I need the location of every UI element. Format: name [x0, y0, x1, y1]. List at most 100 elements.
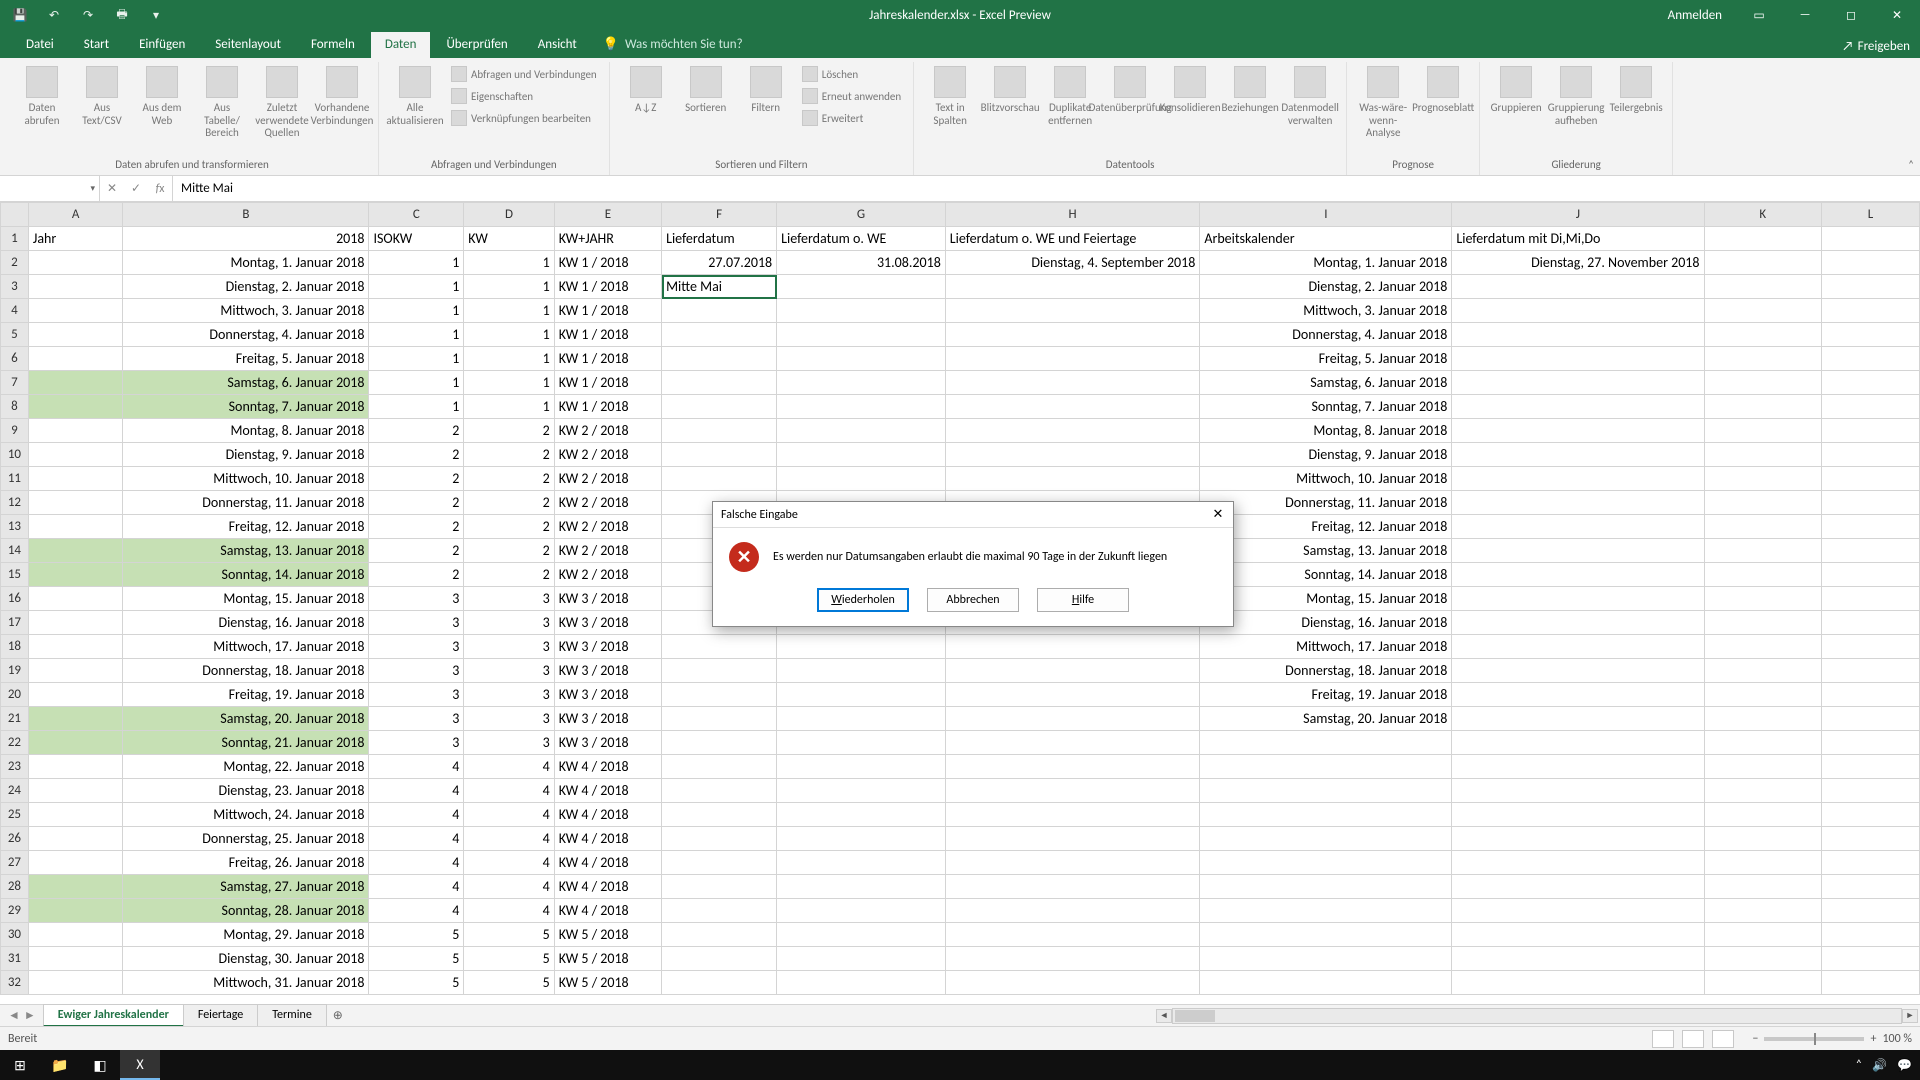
cell[interactable]: Mittwoch, 24. Januar 2018 [123, 803, 369, 827]
ribbon-btn[interactable]: Erneut anwenden [798, 86, 905, 106]
cell[interactable] [1821, 395, 1919, 419]
cell[interactable] [1704, 587, 1821, 611]
cell[interactable]: 2 [369, 419, 464, 443]
cell[interactable] [662, 779, 777, 803]
cell[interactable] [28, 539, 122, 563]
cell[interactable]: 3 [464, 611, 554, 635]
row-header[interactable]: 14 [1, 539, 29, 563]
redo-icon[interactable]: ↷ [76, 3, 100, 27]
row-header[interactable]: 29 [1, 899, 29, 923]
cell[interactable]: Montag, 1. Januar 2018 [1200, 251, 1452, 275]
cell[interactable]: KW 1 / 2018 [554, 275, 661, 299]
cell[interactable] [28, 419, 122, 443]
tray-chevron-icon[interactable]: ˄ [1856, 1058, 1862, 1072]
cell[interactable] [1452, 827, 1704, 851]
cell[interactable] [777, 923, 946, 947]
cell[interactable]: Mittwoch, 3. Januar 2018 [123, 299, 369, 323]
cell[interactable]: Dienstag, 2. Januar 2018 [1200, 275, 1452, 299]
cell[interactable] [1704, 875, 1821, 899]
sheet-tab[interactable]: Feiertage [183, 1004, 258, 1027]
cell[interactable]: Dienstag, 27. November 2018 [1452, 251, 1704, 275]
cell[interactable] [662, 683, 777, 707]
cell[interactable]: 2 [464, 515, 554, 539]
cell[interactable] [945, 275, 1200, 299]
ribbon-btn[interactable]: Verknüpfungen bearbeiten [447, 108, 601, 128]
cell[interactable]: KW 5 / 2018 [554, 971, 661, 995]
zoom-level[interactable]: 100 % [1882, 1032, 1912, 1046]
cell[interactable] [28, 707, 122, 731]
cell[interactable]: Samstag, 20. Januar 2018 [1200, 707, 1452, 731]
cell[interactable]: Montag, 8. Januar 2018 [123, 419, 369, 443]
cell[interactable] [662, 851, 777, 875]
cell[interactable] [28, 899, 122, 923]
cell[interactable]: Mittwoch, 17. Januar 2018 [123, 635, 369, 659]
row-header[interactable]: 3 [1, 275, 29, 299]
cell[interactable]: 4 [369, 779, 464, 803]
cell[interactable]: Mittwoch, 3. Januar 2018 [1200, 299, 1452, 323]
cell[interactable] [662, 659, 777, 683]
zoom-out-icon[interactable]: − [1752, 1032, 1758, 1046]
cell[interactable] [1452, 371, 1704, 395]
cell[interactable] [1821, 875, 1919, 899]
cell[interactable]: 4 [369, 755, 464, 779]
scroll-left-icon[interactable]: ◄ [1156, 1009, 1172, 1023]
cell[interactable] [1452, 467, 1704, 491]
ribbon-btn[interactable]: Datenüberprüfung [1102, 64, 1158, 117]
col-header-E[interactable]: E [554, 203, 661, 227]
cell[interactable] [1452, 491, 1704, 515]
dialog-title[interactable]: Falsche Eingabe ✕ [713, 502, 1233, 528]
ribbon-btn[interactable]: Aus dem Web [134, 64, 190, 129]
cell[interactable]: Sonntag, 28. Januar 2018 [123, 899, 369, 923]
cell[interactable] [945, 347, 1200, 371]
cell[interactable] [1704, 851, 1821, 875]
cell[interactable] [945, 707, 1200, 731]
cell[interactable] [1452, 947, 1704, 971]
cell[interactable] [1452, 299, 1704, 323]
row-header[interactable]: 24 [1, 779, 29, 803]
cell[interactable] [662, 419, 777, 443]
cell[interactable] [1821, 683, 1919, 707]
cell[interactable] [1704, 707, 1821, 731]
cell[interactable] [1821, 947, 1919, 971]
cell[interactable]: 1 [369, 299, 464, 323]
cell[interactable] [777, 803, 946, 827]
cell[interactable] [28, 803, 122, 827]
cell[interactable] [1704, 563, 1821, 587]
name-box[interactable] [0, 176, 100, 201]
cell[interactable]: KW+JAHR [554, 227, 661, 251]
cell[interactable]: Montag, 8. Januar 2018 [1200, 419, 1452, 443]
cell[interactable]: 2 [464, 419, 554, 443]
ribbon-btn[interactable]: Teilergebnis [1608, 64, 1664, 117]
cell[interactable] [28, 491, 122, 515]
cell[interactable] [1704, 515, 1821, 539]
row-header[interactable]: 8 [1, 395, 29, 419]
cell[interactable]: 1 [464, 395, 554, 419]
cell[interactable] [1704, 443, 1821, 467]
cell[interactable] [28, 683, 122, 707]
dialog-close-icon[interactable]: ✕ [1207, 504, 1229, 524]
cell[interactable]: Montag, 1. Januar 2018 [123, 251, 369, 275]
cell[interactable] [662, 947, 777, 971]
cell[interactable]: KW 4 / 2018 [554, 875, 661, 899]
cell[interactable] [1452, 587, 1704, 611]
cell[interactable]: 2 [369, 539, 464, 563]
ribbon-btn[interactable]: Text in Spalten [922, 64, 978, 129]
cell[interactable]: Dienstag, 16. Januar 2018 [123, 611, 369, 635]
cell[interactable]: 4 [369, 851, 464, 875]
cell[interactable] [28, 827, 122, 851]
fx-icon[interactable]: fx [148, 182, 172, 196]
cell[interactable]: 31.08.2018 [777, 251, 946, 275]
cell[interactable]: KW 4 / 2018 [554, 803, 661, 827]
file-explorer-icon[interactable]: 📁 [40, 1050, 80, 1080]
cell[interactable] [945, 635, 1200, 659]
cell[interactable] [28, 395, 122, 419]
cell[interactable] [28, 371, 122, 395]
ribbon-btn[interactable]: Gruppierung aufheben [1548, 64, 1604, 129]
cell[interactable]: 2 [369, 443, 464, 467]
cell[interactable] [945, 803, 1200, 827]
cell[interactable]: 4 [464, 899, 554, 923]
cell[interactable] [1704, 251, 1821, 275]
ribbon-btn[interactable]: Konsolidieren [1162, 64, 1218, 117]
close-icon[interactable]: ✕ [1874, 0, 1920, 30]
excel-taskbar-icon[interactable]: X [120, 1050, 160, 1080]
